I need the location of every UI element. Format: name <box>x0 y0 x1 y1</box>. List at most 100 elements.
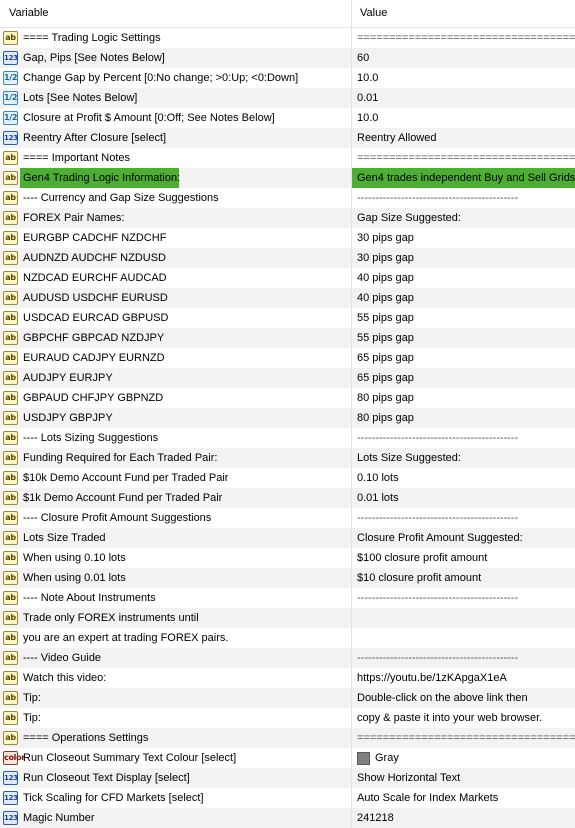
table-row[interactable]: 123 Run Closeout Text Display [select] Sho… <box>0 768 575 788</box>
table-row[interactable]: 123 Reentry After Closure [select] Reentry… <box>0 128 575 148</box>
table-row[interactable]: ab ==== Operations Settings ==============… <box>0 728 575 748</box>
table-row[interactable]: ab When using 0.10 lots $100 closure profi… <box>0 548 575 568</box>
variable-cell[interactable]: ab Lots Size Traded <box>0 528 352 548</box>
variable-cell[interactable]: ab FOREX Pair Names: <box>0 208 352 228</box>
variable-cell[interactable]: ab $10k Demo Account Fund per Traded Pair <box>0 468 352 488</box>
value-cell[interactable] <box>352 628 575 648</box>
value-cell[interactable]: Gen4 trades independent Buy and Sell Gri… <box>352 168 575 188</box>
value-cell[interactable]: ======================================== <box>352 728 575 748</box>
table-row[interactable]: 123 Gap, Pips [See Notes Below] 60 <box>0 48 575 68</box>
table-row[interactable]: ab ---- Lots Sizing Suggestions ----------… <box>0 428 575 448</box>
value-cell[interactable]: 65 pips gap <box>352 348 575 368</box>
table-row[interactable]: ab Trade only FOREX instruments until <box>0 608 575 628</box>
variable-cell[interactable]: ab NZDCAD EURCHF AUDCAD <box>0 268 352 288</box>
table-row[interactable]: ab you are an expert at trading FOREX pai… <box>0 628 575 648</box>
variable-cell[interactable]: ab ---- Video Guide <box>0 648 352 668</box>
variable-cell[interactable]: ab AUDJPY EURJPY <box>0 368 352 388</box>
value-cell[interactable]: 80 pips gap <box>352 388 575 408</box>
value-cell[interactable]: $10 closure profit amount <box>352 568 575 588</box>
value-cell[interactable]: Lots Size Suggested: <box>352 448 575 468</box>
variable-cell[interactable]: ab EURAUD CADJPY EURNZD <box>0 348 352 368</box>
value-cell[interactable] <box>352 608 575 628</box>
value-cell[interactable]: 0.01 <box>352 88 575 108</box>
variable-cell[interactable]: ab Gen4 Trading Logic Information: <box>0 168 352 188</box>
table-row[interactable]: ab $1k Demo Account Fund per Traded Pair 0… <box>0 488 575 508</box>
variable-cell[interactable]: ab ---- Currency and Gap Size Suggestions <box>0 188 352 208</box>
value-cell[interactable]: Show Horizontal Text <box>352 768 575 788</box>
value-cell[interactable]: 10.0 <box>352 68 575 88</box>
value-cell[interactable]: ----------------------------------------… <box>352 428 575 448</box>
value-cell[interactable]: 30 pips gap <box>352 248 575 268</box>
variable-cell[interactable]: ab When using 0.01 lots <box>0 568 352 588</box>
value-cell[interactable]: ----------------------------------------… <box>352 508 575 528</box>
variable-cell[interactable]: ab Tip: <box>0 708 352 728</box>
table-row[interactable]: ab Tip: copy & paste it into your web brow… <box>0 708 575 728</box>
value-cell[interactable]: Double-click on the above link then <box>352 688 575 708</box>
value-cell[interactable]: copy & paste it into your web browser. <box>352 708 575 728</box>
value-cell[interactable]: Reentry Allowed <box>352 128 575 148</box>
value-cell[interactable]: 55 pips gap <box>352 308 575 328</box>
table-row[interactable]: ab GBPCHF GBPCAD NZDJPY 55 pips gap <box>0 328 575 348</box>
table-row[interactable]: ab Watch this video: https://youtu.be/1zKA… <box>0 668 575 688</box>
table-row[interactable]: ab GBPAUD CHFJPY GBPNZD 80 pips gap <box>0 388 575 408</box>
variable-cell[interactable]: 123 Reentry After Closure [select] <box>0 128 352 148</box>
value-cell[interactable]: 40 pips gap <box>352 268 575 288</box>
value-cell[interactable]: ======================================== <box>352 28 575 48</box>
table-row[interactable]: 1/2 Lots [See Notes Below] 0.01 <box>0 88 575 108</box>
value-cell[interactable]: 0.01 lots <box>352 488 575 508</box>
value-cell[interactable]: Gray <box>352 748 575 768</box>
value-cell[interactable]: 80 pips gap <box>352 408 575 428</box>
table-row[interactable]: 1/2 Change Gap by Percent [0:No change; >… <box>0 68 575 88</box>
table-row[interactable]: ab EURAUD CADJPY EURNZD 65 pips gap <box>0 348 575 368</box>
variable-cell[interactable]: ab When using 0.10 lots <box>0 548 352 568</box>
table-row[interactable]: ab ==== Important Notes ==================… <box>0 148 575 168</box>
variable-cell[interactable]: ab $1k Demo Account Fund per Traded Pair <box>0 488 352 508</box>
variable-cell[interactable]: 123 Gap, Pips [See Notes Below] <box>0 48 352 68</box>
variable-cell[interactable]: ab AUDNZD AUDCHF NZDUSD <box>0 248 352 268</box>
value-cell[interactable]: ----------------------------------------… <box>352 648 575 668</box>
table-row[interactable]: 123 Magic Number 241218 <box>0 808 575 828</box>
value-cell[interactable]: ======================================== <box>352 148 575 168</box>
column-header-variable[interactable]: Variable <box>0 0 352 27</box>
variable-cell[interactable]: ab Watch this video: <box>0 668 352 688</box>
variable-cell[interactable]: color Run Closeout Summary Text Colour [s… <box>0 748 352 768</box>
variable-cell[interactable]: 123 Run Closeout Text Display [select] <box>0 768 352 788</box>
variable-cell[interactable]: ab Trade only FOREX instruments until <box>0 608 352 628</box>
table-row[interactable]: ab Tip: Double-click on the above link the… <box>0 688 575 708</box>
table-row[interactable]: ab ==== Trading Logic Settings ===========… <box>0 28 575 48</box>
value-cell[interactable]: Gap Size Suggested: <box>352 208 575 228</box>
table-row[interactable]: ab AUDJPY EURJPY 65 pips gap <box>0 368 575 388</box>
table-row[interactable]: ab Funding Required for Each Traded Pair:… <box>0 448 575 468</box>
value-cell[interactable]: 60 <box>352 48 575 68</box>
variable-cell[interactable]: 1/2 Lots [See Notes Below] <box>0 88 352 108</box>
variable-cell[interactable]: ab USDJPY GBPJPY <box>0 408 352 428</box>
table-row[interactable]: ab Gen4 Trading Logic Information: Gen4 tr… <box>0 168 575 188</box>
variable-cell[interactable]: 123 Tick Scaling for CFD Markets [select] <box>0 788 352 808</box>
variable-cell[interactable]: ab ==== Trading Logic Settings <box>0 28 352 48</box>
table-row[interactable]: ab ---- Note About Instruments -----------… <box>0 588 575 608</box>
variable-cell[interactable]: ab you are an expert at trading FOREX pai… <box>0 628 352 648</box>
value-cell[interactable]: ----------------------------------------… <box>352 588 575 608</box>
table-row[interactable]: ab FOREX Pair Names: Gap Size Suggested: <box>0 208 575 228</box>
table-row[interactable]: ab $10k Demo Account Fund per Traded Pair… <box>0 468 575 488</box>
table-row[interactable]: ab NZDCAD EURCHF AUDCAD 40 pips gap <box>0 268 575 288</box>
table-row[interactable]: ab USDCAD EURCAD GBPUSD 55 pips gap <box>0 308 575 328</box>
variable-cell[interactable]: ab GBPCHF GBPCAD NZDJPY <box>0 328 352 348</box>
table-row[interactable]: ab ---- Currency and Gap Size Suggestions… <box>0 188 575 208</box>
table-row[interactable]: ab When using 0.01 lots $10 closure profit… <box>0 568 575 588</box>
variable-cell[interactable]: ab Tip: <box>0 688 352 708</box>
variable-cell[interactable]: 1/2 Change Gap by Percent [0:No change; >… <box>0 68 352 88</box>
table-row[interactable]: ab AUDNZD AUDCHF NZDUSD 30 pips gap <box>0 248 575 268</box>
value-cell[interactable]: 241218 <box>352 808 575 828</box>
variable-cell[interactable]: 123 Magic Number <box>0 808 352 828</box>
variable-cell[interactable]: ab AUDUSD USDCHF EURUSD <box>0 288 352 308</box>
table-row[interactable]: ab ---- Video Guide ----------------------… <box>0 648 575 668</box>
variable-cell[interactable]: ab USDCAD EURCAD GBPUSD <box>0 308 352 328</box>
table-row[interactable]: color Run Closeout Summary Text Colour [s… <box>0 748 575 768</box>
variable-cell[interactable]: 1/2 Closure at Profit $ Amount [0:Off; Se… <box>0 108 352 128</box>
table-row[interactable]: ab AUDUSD USDCHF EURUSD 40 pips gap <box>0 288 575 308</box>
value-cell[interactable]: $100 closure profit amount <box>352 548 575 568</box>
variable-cell[interactable]: ab ---- Closure Profit Amount Suggestions <box>0 508 352 528</box>
value-cell[interactable]: https://youtu.be/1zKApgaX1eA <box>352 668 575 688</box>
variable-cell[interactable]: ab ---- Note About Instruments <box>0 588 352 608</box>
